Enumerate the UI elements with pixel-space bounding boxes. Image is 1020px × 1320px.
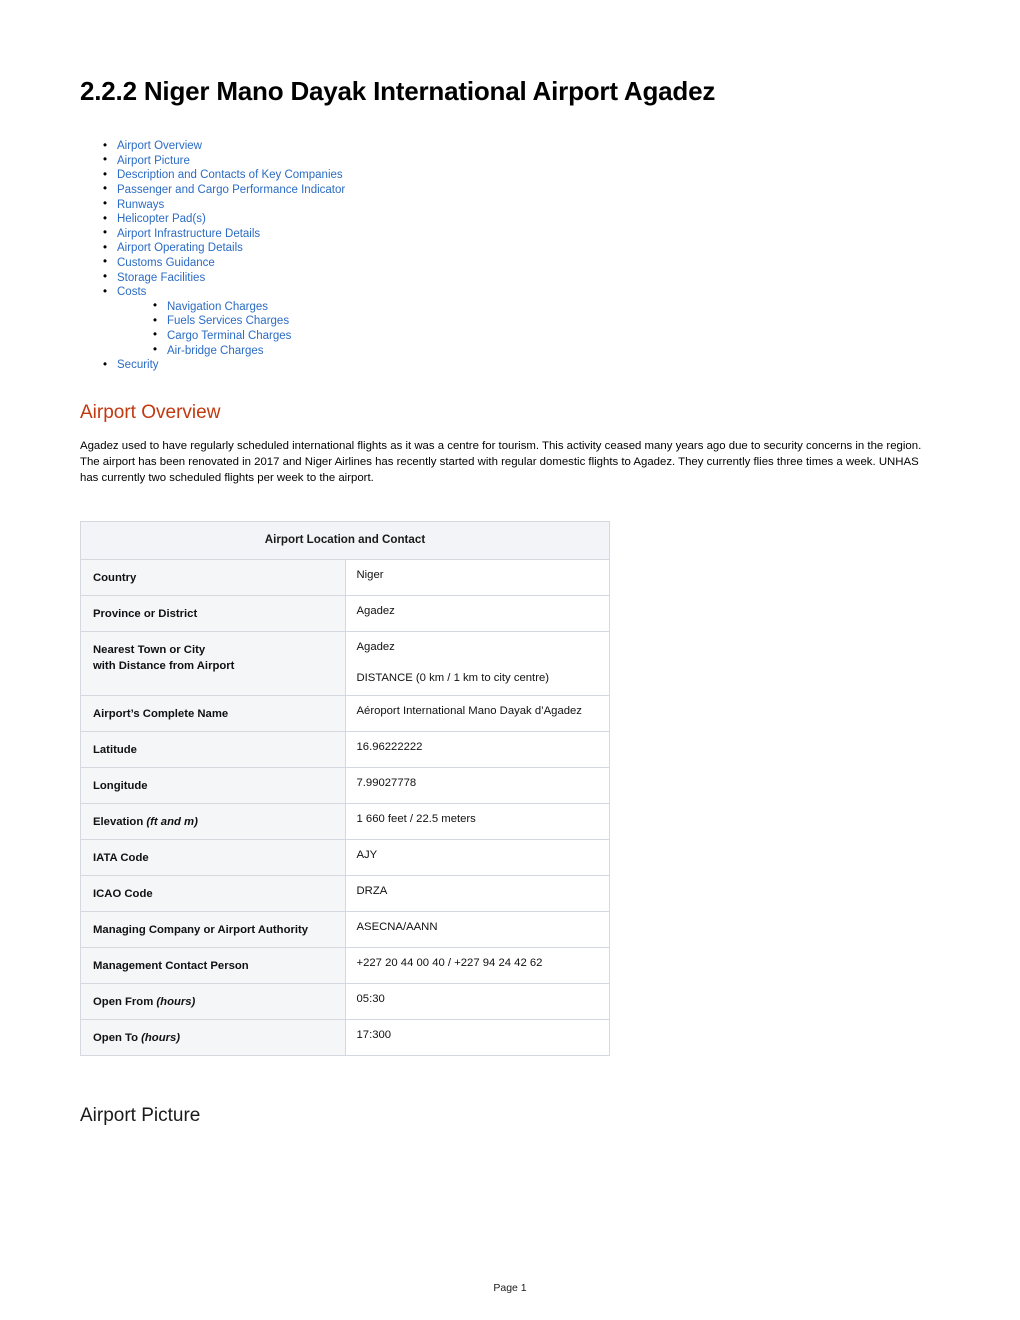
row-value-open-to: 17:300 bbox=[344, 1019, 610, 1057]
toc-link[interactable]: Cargo Terminal Charges bbox=[167, 330, 291, 342]
toc-item-airport-operating-details[interactable]: Airport Operating Details bbox=[80, 241, 940, 256]
toc-link[interactable]: Airport Operating Details bbox=[117, 242, 243, 254]
row-label-line-2: with Distance from Airport bbox=[93, 660, 235, 673]
row-label-elevation: Elevation (ft and m) bbox=[80, 803, 346, 841]
row-value-management-contact-person: +227 20 44 00 40 / +227 94 24 42 62 bbox=[344, 947, 610, 985]
row-value-line-2: DISTANCE (0 km / 1 km to city centre) bbox=[356, 672, 550, 685]
row-label-unit-note: (hours) bbox=[156, 996, 196, 1009]
table-row: Open To (hours) 17:300 bbox=[80, 1019, 610, 1057]
row-value-line-1: Agadez bbox=[356, 641, 395, 654]
airport-picture-section: Airport Picture bbox=[80, 1056, 940, 1128]
toc-item-air-bridge-charges[interactable]: Air-bridge Charges bbox=[80, 343, 940, 359]
toc-sublist-costs: Navigation Charges Fuels Services Charge… bbox=[80, 299, 940, 359]
airport-location-and-contact-table: Airport Location and Contact Country Nig… bbox=[80, 521, 610, 1057]
table-row: Airport’s Complete Name Aéroport Interna… bbox=[80, 695, 610, 733]
table-row: IATA Code AJY bbox=[80, 839, 610, 877]
toc-link[interactable]: Description and Contacts of Key Companie… bbox=[117, 169, 343, 181]
toc-sublist-container: Navigation Charges Fuels Services Charge… bbox=[80, 299, 940, 359]
toc-link[interactable]: Air-bridge Charges bbox=[167, 345, 264, 357]
row-label-longitude: Longitude bbox=[80, 767, 346, 805]
toc-link[interactable]: Fuels Services Charges bbox=[167, 315, 289, 327]
toc-link[interactable]: Airport Infrastructure Details bbox=[117, 228, 260, 240]
row-label-text: Elevation bbox=[93, 816, 144, 829]
row-label-icao-code: ICAO Code bbox=[80, 875, 346, 913]
table-row: Latitude 16.96222222 bbox=[80, 731, 610, 769]
page-footer: Page 1 bbox=[493, 1282, 527, 1294]
row-label-management-contact-person: Management Contact Person bbox=[80, 947, 346, 985]
row-value-province-or-district: Agadez bbox=[344, 595, 610, 633]
toc-item-passenger-and-cargo-performance-indicator[interactable]: Passenger and Cargo Performance Indicato… bbox=[80, 182, 940, 198]
row-label-airports-complete-name: Airport’s Complete Name bbox=[80, 695, 346, 733]
toc-item-customs-guidance[interactable]: Customs Guidance bbox=[80, 255, 940, 271]
toc-item-airport-picture[interactable]: Airport Picture bbox=[80, 153, 940, 169]
row-label-latitude: Latitude bbox=[80, 731, 346, 769]
row-label-country: Country bbox=[80, 559, 346, 597]
toc-link[interactable]: Storage Facilities bbox=[117, 272, 205, 284]
page-content: 2.2.2 Niger Mano Dayak International Air… bbox=[80, 0, 940, 1128]
table-row: Elevation (ft and m) 1 660 feet / 22.5 m… bbox=[80, 803, 610, 841]
table-row: Country Niger bbox=[80, 559, 610, 597]
row-label-province-or-district: Province or District bbox=[80, 595, 346, 633]
toc-link[interactable]: Security bbox=[117, 359, 159, 371]
page-title: 2.2.2 Niger Mano Dayak International Air… bbox=[80, 76, 716, 106]
row-label-open-from: Open From (hours) bbox=[80, 983, 346, 1021]
row-value-open-from: 05:30 bbox=[344, 983, 610, 1021]
row-value-elevation: 1 660 feet / 22.5 meters bbox=[344, 803, 610, 841]
toc-item-cargo-terminal-charges[interactable]: Cargo Terminal Charges bbox=[80, 328, 940, 344]
section-heading-airport-picture: Airport Picture bbox=[80, 1105, 201, 1127]
table-row: Open From (hours) 05:30 bbox=[80, 983, 610, 1021]
toc-link[interactable]: Customs Guidance bbox=[117, 257, 215, 269]
toc-item-costs[interactable]: Costs bbox=[80, 285, 940, 300]
table-row: Managing Company or Airport Authority AS… bbox=[80, 911, 610, 949]
toc-item-description-and-contacts-of-key-companies[interactable]: Description and Contacts of Key Companie… bbox=[80, 168, 940, 183]
toc-link[interactable]: Navigation Charges bbox=[167, 301, 268, 313]
row-label-text: Open To bbox=[93, 1032, 138, 1045]
row-label-open-to: Open To (hours) bbox=[80, 1019, 346, 1057]
toc-link[interactable]: Helicopter Pad(s) bbox=[117, 213, 206, 225]
toc-link[interactable]: Airport Picture bbox=[117, 155, 190, 167]
row-value-managing-company-or-airport-authority: ASECNA/AANN bbox=[344, 911, 610, 949]
toc-item-fuels-services-charges[interactable]: Fuels Services Charges bbox=[80, 314, 940, 329]
table-row: Longitude 7.99027778 bbox=[80, 767, 610, 805]
table-row: Management Contact Person +227 20 44 00 … bbox=[80, 947, 610, 985]
table-header-title: Airport Location and Contact bbox=[80, 521, 610, 561]
row-value-longitude: 7.99027778 bbox=[344, 767, 610, 805]
row-value-iata-code: AJY bbox=[344, 839, 610, 877]
row-label-managing-company-or-airport-authority: Managing Company or Airport Authority bbox=[80, 911, 346, 949]
row-value-latitude: 16.96222222 bbox=[344, 731, 610, 769]
toc-item-navigation-charges[interactable]: Navigation Charges bbox=[80, 299, 940, 315]
row-value-country: Niger bbox=[344, 559, 610, 597]
toc-item-storage-facilities[interactable]: Storage Facilities bbox=[80, 270, 940, 286]
toc-item-airport-overview[interactable]: Airport Overview bbox=[80, 139, 940, 154]
row-label-unit-note: (hours) bbox=[141, 1032, 181, 1045]
row-label-nearest-town-or-city: Nearest Town or City with Distance from … bbox=[80, 631, 346, 697]
row-label-unit-note: (ft and m) bbox=[146, 816, 198, 829]
row-value-nearest-town-or-city: Agadez DISTANCE (0 km / 1 km to city cen… bbox=[344, 631, 610, 697]
toc-item-helicopter-pads[interactable]: Helicopter Pad(s) bbox=[80, 212, 940, 227]
toc-item-security[interactable]: Security bbox=[80, 358, 940, 373]
table-header-row: Airport Location and Contact bbox=[80, 521, 610, 561]
table-row: Province or District Agadez bbox=[80, 595, 610, 633]
row-label-text: Open From bbox=[93, 996, 154, 1009]
table-row: Nearest Town or City with Distance from … bbox=[80, 631, 610, 697]
toc-link[interactable]: Passenger and Cargo Performance Indicato… bbox=[117, 184, 345, 196]
toc-link[interactable]: Airport Overview bbox=[117, 140, 202, 152]
table-row: ICAO Code DRZA bbox=[80, 875, 610, 913]
row-label-line-1: Nearest Town or City bbox=[93, 644, 206, 657]
airport-overview-paragraph: Agadez used to have regularly scheduled … bbox=[80, 440, 922, 484]
toc-link[interactable]: Runways bbox=[117, 199, 164, 211]
toc-link[interactable]: Costs bbox=[117, 286, 146, 298]
row-value-airports-complete-name: Aéroport International Mano Dayak d’Agad… bbox=[344, 695, 610, 733]
row-label-iata-code: IATA Code bbox=[80, 839, 346, 877]
row-value-icao-code: DRZA bbox=[344, 875, 610, 913]
airport-location-and-contact-table-wrapper: Airport Location and Contact Country Nig… bbox=[80, 486, 940, 1057]
document-page: 2.2.2 Niger Mano Dayak International Air… bbox=[0, 0, 1020, 1320]
section-heading-airport-overview: Airport Overview bbox=[80, 401, 221, 423]
toc-item-runways[interactable]: Runways bbox=[80, 197, 940, 213]
table-of-contents: Airport Overview Airport Picture Descrip… bbox=[80, 107, 940, 373]
toc-item-airport-infrastructure-details[interactable]: Airport Infrastructure Details bbox=[80, 226, 940, 242]
